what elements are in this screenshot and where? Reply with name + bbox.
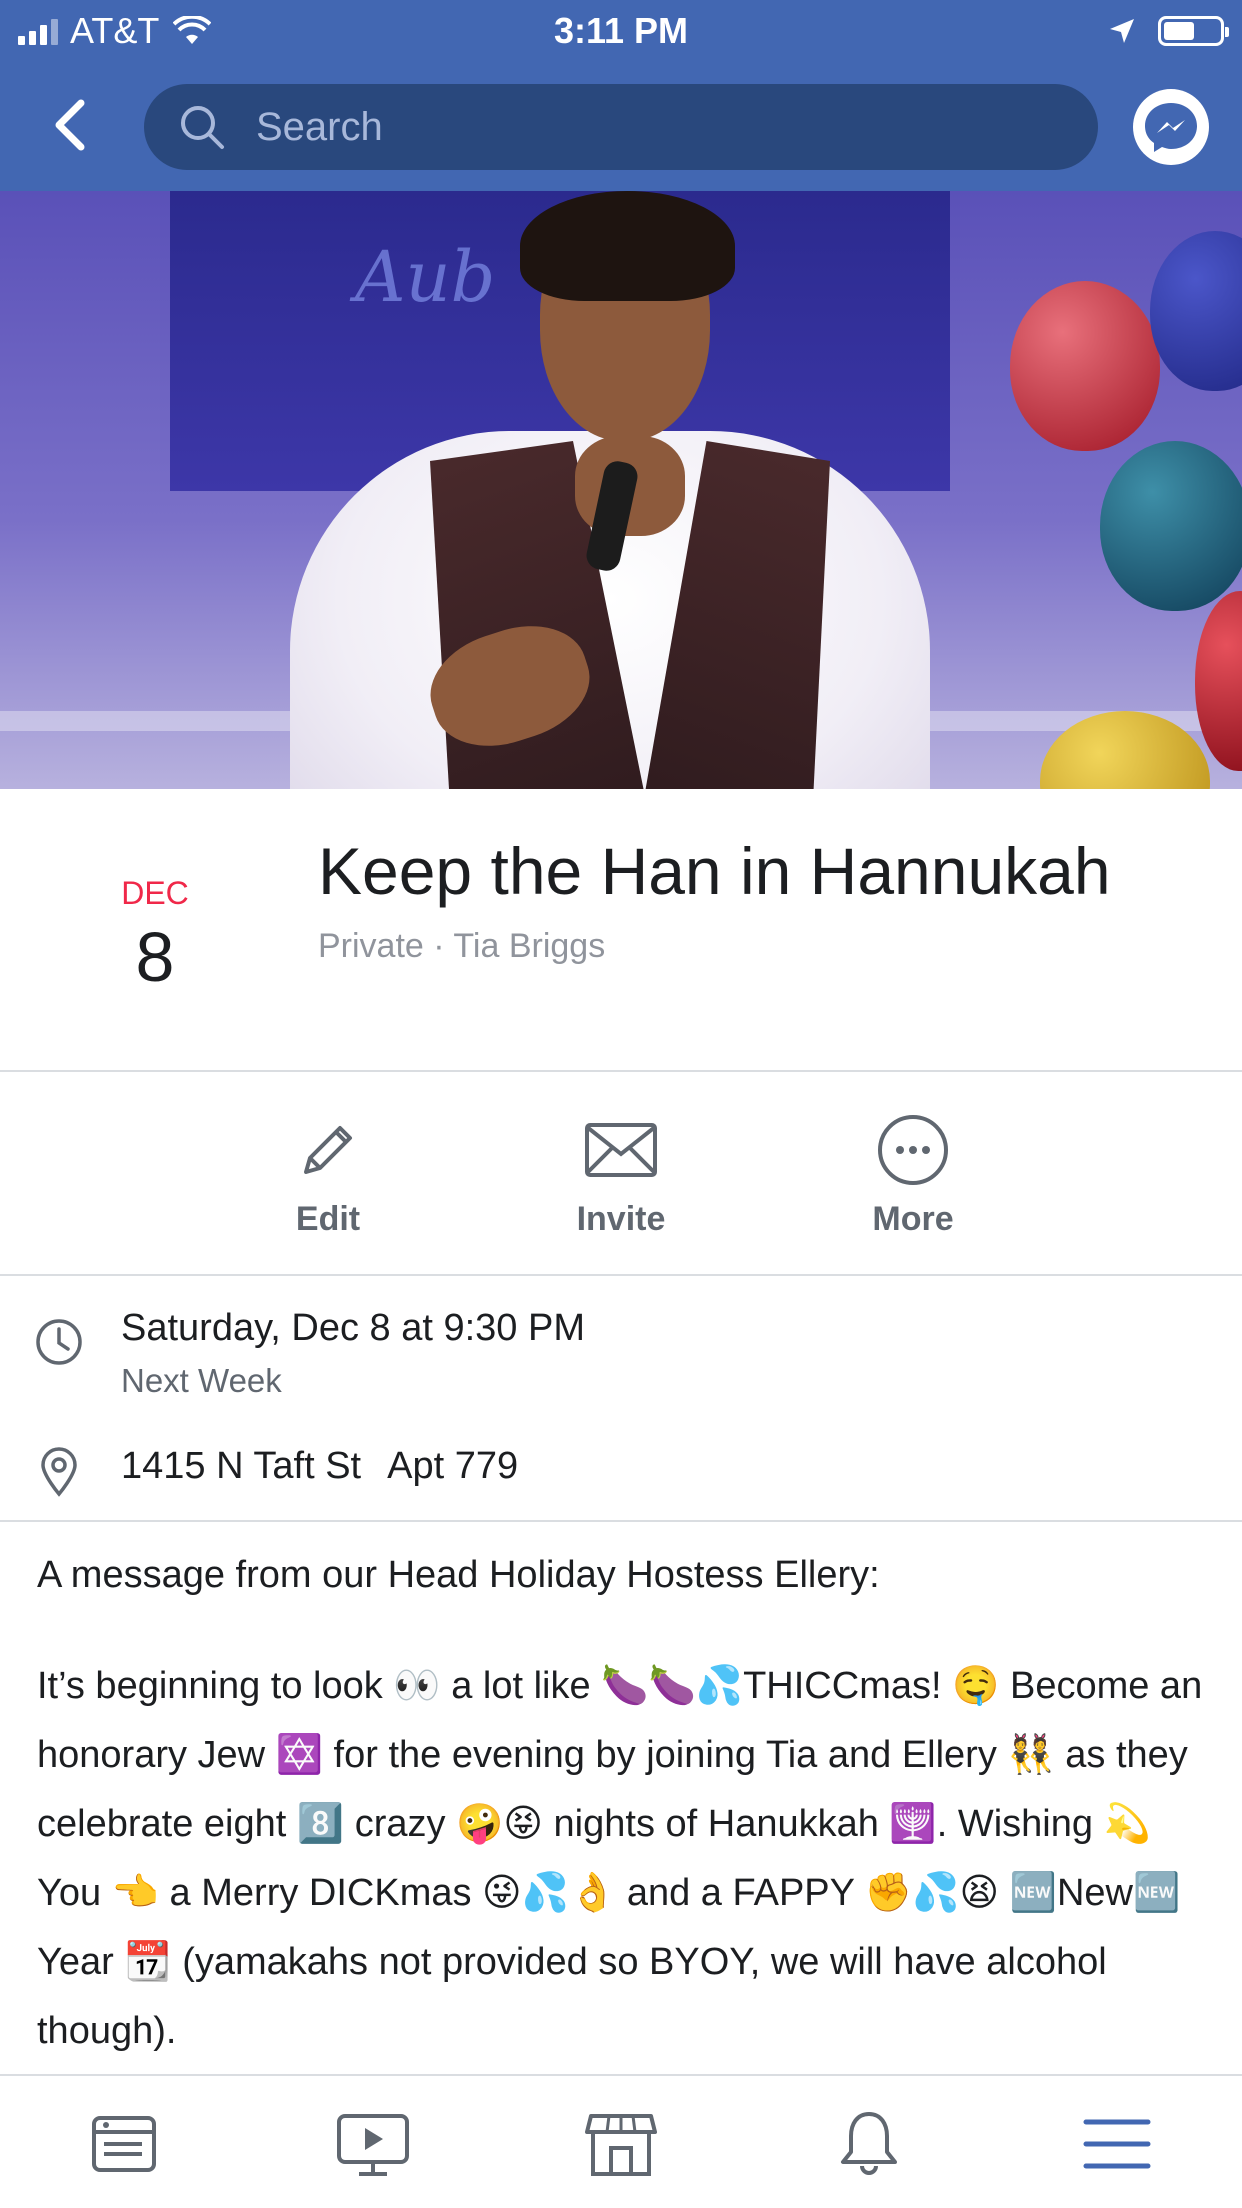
menu-icon (1083, 2119, 1151, 2169)
event-description: A message from our Head Holiday Hostess … (37, 1541, 1217, 2066)
news-feed-icon (92, 2116, 156, 2172)
event-header: DEC 8 Keep the Han in Hannukah Private ·… (0, 789, 1242, 1072)
location-pin-icon (34, 1447, 84, 1497)
top-bar: AT&T 3:11 PM (0, 0, 1242, 191)
more-icon (813, 1112, 1013, 1188)
event-title: Keep the Han in Hannukah (318, 834, 1111, 908)
tab-menu[interactable] (1077, 2104, 1157, 2184)
invite-button[interactable]: Invite (521, 1112, 721, 1252)
cover-figure-hair (520, 191, 735, 301)
event-cover-photo[interactable]: Aub (0, 191, 1242, 789)
description-body: It’s beginning to look 👀 a lot like 🍆🍆💦T… (37, 1665, 1203, 2052)
event-apt: Apt 779 (387, 1445, 519, 1487)
balloon-red-2 (1195, 591, 1242, 771)
balloon-teal (1100, 441, 1242, 611)
event-relative-date: Next Week (121, 1362, 282, 1399)
event-datetime[interactable]: Saturday, Dec 8 at 9:30 PM (121, 1307, 585, 1350)
watch-icon (337, 2114, 409, 2176)
pencil-icon (228, 1112, 428, 1188)
balloon-red (1010, 281, 1160, 451)
search-bar[interactable] (144, 84, 1098, 170)
location-arrow-icon (1110, 19, 1134, 43)
status-time: 3:11 PM (553, 10, 689, 51)
invite-label: Invite (576, 1200, 666, 1238)
event-meta[interactable]: Private · Tia Briggs (318, 927, 605, 966)
marketplace-icon (585, 2114, 657, 2176)
messenger-button[interactable] (1133, 89, 1209, 165)
edit-label: Edit (295, 1200, 361, 1238)
notifications-icon (841, 2112, 897, 2175)
event-date-month: DEC (121, 875, 189, 911)
event-address: 1415 N Taft St (121, 1445, 362, 1487)
tab-watch[interactable] (333, 2104, 413, 2184)
bottom-tab-bar (0, 2074, 1242, 2208)
event-actions: Edit Invite More (0, 1072, 1242, 1276)
tab-marketplace[interactable] (581, 2104, 661, 2184)
cover-banner-lettering: Aub (355, 236, 496, 318)
tab-notifications[interactable] (829, 2104, 909, 2184)
more-label: More (872, 1200, 954, 1238)
balloon-blue (1150, 231, 1242, 391)
search-input[interactable] (254, 103, 1038, 151)
back-button[interactable] (40, 95, 100, 155)
edit-button[interactable]: Edit (228, 1112, 428, 1252)
event-date-day: 8 (135, 918, 175, 996)
more-button[interactable]: More (813, 1112, 1013, 1252)
envelope-icon (521, 1112, 721, 1188)
event-details: Saturday, Dec 8 at 9:30 PM Next Week 141… (0, 1276, 1242, 1522)
messenger-icon (1145, 103, 1197, 152)
battery-level (1164, 22, 1194, 40)
clock-icon (34, 1317, 84, 1367)
tab-news-feed[interactable] (84, 2104, 164, 2184)
chevron-left-icon (55, 99, 85, 151)
status-right (1108, 10, 1229, 52)
battery-icon (1158, 16, 1229, 46)
search-icon (178, 101, 230, 153)
event-location[interactable]: 1415 N Taft St Apt 779 (121, 1445, 518, 1488)
description-intro: A message from our Head Holiday Hostess … (37, 1554, 880, 1596)
